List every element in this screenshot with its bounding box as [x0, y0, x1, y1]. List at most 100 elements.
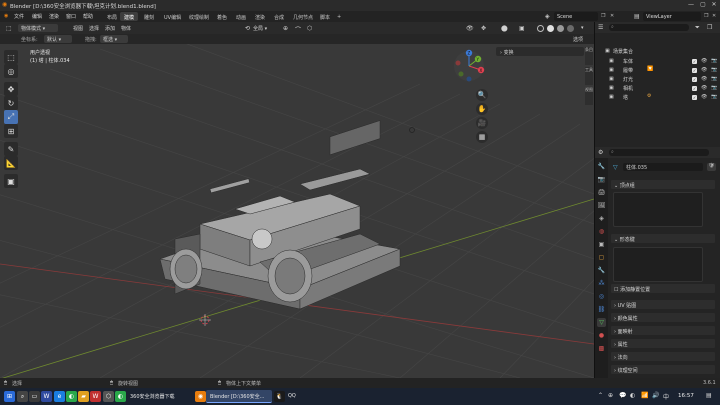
tab-uv-editing[interactable]: UV编辑	[160, 12, 185, 21]
tray-volume-icon[interactable]: 🔊	[652, 392, 659, 399]
taskbar-app-blender[interactable]: Blender [D:\360安全...	[206, 390, 272, 403]
viewlayer-close-icon[interactable]: ✕	[712, 13, 716, 19]
overlay-toggle-icon[interactable]: ⬤	[498, 24, 511, 32]
select-tool-icon[interactable]: ⬚	[4, 50, 18, 64]
outliner-item[interactable]: ▣ 塔 ⚙ ✓ 👁 📷	[595, 93, 720, 101]
editor-type-icon[interactable]: ⬚	[3, 24, 15, 32]
cursor-tool-icon[interactable]: ◎	[4, 64, 18, 78]
outliner-render-icon[interactable]: 📷	[711, 94, 717, 100]
blender-menu-icon[interactable]: ◉	[4, 13, 8, 19]
menu-select[interactable]: 选择	[86, 24, 102, 32]
property-section[interactable]: ⌄ 顶点组	[611, 180, 715, 189]
object-data-name-field[interactable]: 柱体.035	[623, 163, 703, 171]
rotate-tool-icon[interactable]: ↻	[4, 96, 18, 110]
property-section[interactable]: ☐ 添加静置位置	[611, 284, 715, 293]
browser-360-icon[interactable]: ◐	[66, 391, 77, 402]
orientation-selector[interactable]: 默认 ▾	[44, 35, 72, 43]
taskbar-app-qq[interactable]: QQ	[284, 390, 304, 403]
property-section[interactable]: › 面映射	[611, 326, 715, 335]
add-cube-tool-icon[interactable]: ▣	[4, 174, 18, 188]
viewlayer-selector[interactable]: ViewLayer	[643, 12, 701, 21]
folder-app-icon[interactable]: ▰	[78, 391, 89, 402]
maximize-button[interactable]: ▢	[698, 1, 708, 10]
outliner-visibility-icon[interactable]: 👁	[701, 85, 707, 91]
camera-view-icon[interactable]: 🎥	[476, 117, 488, 129]
outliner-item[interactable]: ▣ 车体 ✓ 👁 📷	[595, 57, 720, 65]
outliner-render-icon[interactable]: 📷	[711, 67, 717, 73]
viewlayer-copy-icon[interactable]: ❐	[704, 13, 708, 19]
outliner-visibility-icon[interactable]: 👁	[701, 58, 707, 64]
pivot-icon[interactable]: ⊕	[280, 24, 291, 32]
outliner-search-input[interactable]: ⌕	[609, 24, 689, 31]
tab-scripting[interactable]: 脚本	[316, 12, 334, 21]
properties-editor-icon[interactable]: ⚙	[598, 149, 603, 156]
outliner-visibility-icon[interactable]: 👁	[701, 94, 707, 100]
measure-tool-icon[interactable]: 📐	[4, 156, 18, 170]
collection-tab-icon[interactable]: ▣	[597, 240, 606, 249]
scene-copy-icon[interactable]: ❐	[601, 13, 605, 19]
xray-toggle-icon[interactable]: ▣	[516, 24, 528, 32]
outliner-exclude-checkbox[interactable]: ✓	[692, 67, 697, 73]
menu-view[interactable]: 视图	[70, 24, 86, 32]
object-tab-icon[interactable]: ▢	[597, 253, 606, 262]
pan-icon[interactable]: ✋	[476, 103, 488, 115]
wireframe-shading-icon[interactable]	[537, 25, 544, 32]
data-tab-icon[interactable]: ▽	[597, 318, 606, 327]
tray-wifi-icon[interactable]: 📶	[641, 392, 648, 399]
property-section[interactable]: › 颜色属性	[611, 313, 715, 322]
pinned-app-icon[interactable]: ⬡	[103, 391, 114, 402]
outliner-item[interactable]: ▣ 履带 🔽 ✓ 👁 📷	[595, 66, 720, 74]
sidebar-tab-tool[interactable]: 工具	[585, 67, 593, 85]
sidebar-tab-item[interactable]: 条目	[585, 47, 593, 65]
outliner-render-icon[interactable]: 📷	[711, 76, 717, 82]
outliner-exclude-checkbox[interactable]: ✓	[692, 94, 697, 100]
menu-window[interactable]: 窗口	[66, 13, 76, 20]
properties-search-input[interactable]: ⌕	[609, 149, 709, 156]
tool-tab-icon[interactable]: 🔧	[597, 162, 606, 171]
sidebar-tab-view[interactable]: 视图	[585, 87, 593, 105]
outliner-filter-icon[interactable]: ⏷	[695, 24, 700, 32]
annotate-tool-icon[interactable]: ✎	[4, 142, 18, 156]
mode-selector[interactable]: 物体模式 ▾	[18, 24, 58, 32]
taskbar-app-browser[interactable]: 360安全浏览器下载	[126, 390, 192, 403]
outliner-exclude-checkbox[interactable]: ✓	[692, 85, 697, 91]
tab-geometry-nodes[interactable]: 几何节点	[289, 12, 317, 21]
scene-tab-icon[interactable]: ◈	[597, 214, 606, 223]
axis-gizmo[interactable]: X Y Z	[452, 49, 486, 83]
outliner-render-icon[interactable]: 📷	[711, 85, 717, 91]
material-tab-icon[interactable]: ●	[597, 331, 606, 340]
transform-orientation-selector[interactable]: 全局 ▾	[250, 24, 270, 32]
physics-tab-icon[interactable]: ◎	[597, 292, 606, 301]
drag-selector[interactable]: 框选 ▾	[100, 35, 128, 43]
taskbar-blender-icon[interactable]: ◉	[195, 391, 206, 402]
tab-layout[interactable]: 布局	[103, 12, 121, 21]
3d-viewport[interactable]: 用户透视 (1) 塔 | 柱体.034 X Y Z 🔍 ✋ 🎥 ▦ › 变换 条…	[0, 44, 594, 378]
snap-icon[interactable]: ⌒	[292, 24, 304, 34]
transform-tool-icon[interactable]: ⊞	[4, 124, 18, 138]
constraints-tab-icon[interactable]: ⛓	[597, 305, 606, 314]
proportional-edit-icon[interactable]: ⬡	[304, 24, 315, 32]
outliner-item[interactable]: ▣ 灯光 ✓ 👁 📷	[595, 75, 720, 83]
search-icon[interactable]: ⌕	[17, 391, 28, 402]
scale-tool-icon[interactable]: ⤢	[4, 110, 18, 124]
outliner-exclude-checkbox[interactable]: ✓	[692, 58, 697, 64]
start-menu-icon[interactable]: ⊞	[4, 391, 15, 402]
outliner-root-row[interactable]: ▣ 场景集合	[595, 47, 720, 55]
property-section[interactable]: › 法向	[611, 352, 715, 361]
options-menu[interactable]: 选项	[570, 35, 586, 43]
property-section[interactable]: › UV 贴图	[611, 300, 715, 309]
tray-ime-icon[interactable]: 中	[663, 392, 669, 401]
tray-360-icon[interactable]: ◐	[630, 392, 635, 399]
task-view-icon[interactable]: ▭	[29, 391, 40, 402]
material-shading-icon[interactable]	[557, 25, 564, 32]
property-section[interactable]: › 纹理空间	[611, 365, 715, 374]
scene-selector[interactable]: Scene	[554, 12, 598, 21]
shape-keys-list[interactable]	[613, 247, 703, 282]
particles-tab-icon[interactable]: ⁂	[597, 279, 606, 288]
menu-add[interactable]: 添加	[102, 24, 118, 32]
edge-app-icon[interactable]: e	[54, 391, 65, 402]
tab-texture-paint[interactable]: 纹理绘制	[185, 12, 213, 21]
wps-app-icon[interactable]: W	[90, 391, 101, 402]
tab-rendering[interactable]: 渲染	[251, 12, 269, 21]
outliner-visibility-icon[interactable]: 👁	[701, 67, 707, 73]
